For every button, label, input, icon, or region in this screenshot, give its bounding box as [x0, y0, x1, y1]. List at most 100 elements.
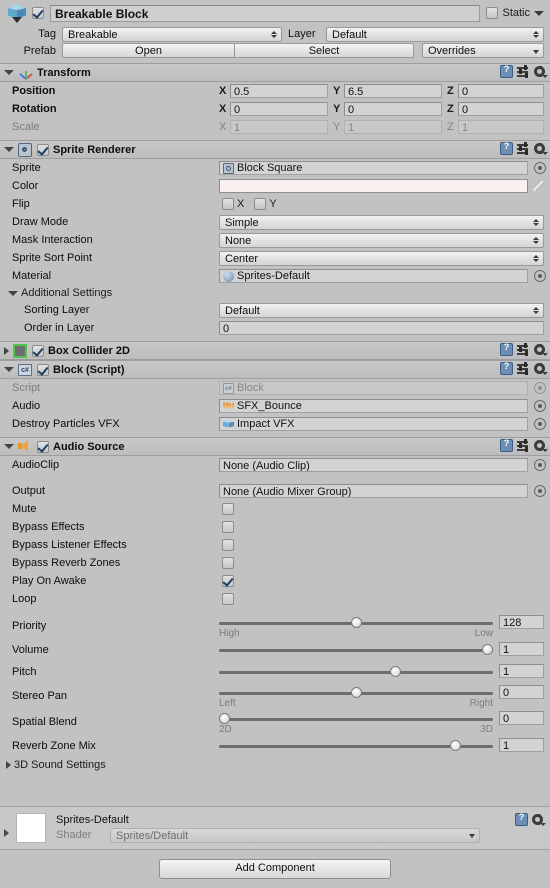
vfx-picker-button[interactable] — [534, 418, 546, 430]
flip-y-checkbox[interactable] — [254, 198, 267, 210]
sprite-renderer-enabled-checkbox[interactable] — [37, 143, 49, 156]
audio-slider-value-input[interactable]: 1 — [499, 664, 544, 678]
help-icon[interactable] — [500, 64, 513, 78]
gear-icon[interactable] — [534, 343, 548, 356]
audio-slider[interactable]: High Low — [219, 616, 493, 639]
audio-slider[interactable]: 2D 3D — [219, 712, 493, 735]
help-icon[interactable] — [500, 438, 513, 452]
rotation-y-input[interactable]: 0 — [344, 102, 442, 116]
preset-icon[interactable] — [517, 65, 530, 78]
3d-sound-settings-foldout[interactable]: 3D Sound Settings — [0, 757, 550, 773]
layer-dropdown[interactable]: Default — [326, 26, 544, 42]
eyedropper-icon[interactable] — [532, 179, 546, 193]
help-icon[interactable] — [500, 342, 513, 356]
sprite-renderer-foldout-icon[interactable] — [4, 147, 14, 152]
gear-icon[interactable] — [532, 813, 546, 826]
box-collider-2d-enabled-checkbox[interactable] — [32, 344, 44, 357]
preset-icon[interactable] — [517, 439, 530, 452]
gear-icon[interactable] — [534, 142, 548, 155]
audio-object-field[interactable]: SFX_Bounce — [219, 399, 528, 413]
component-header-box-collider-2d[interactable]: Box Collider 2D — [0, 341, 550, 360]
output-object-field[interactable]: None (Audio Mixer Group) — [219, 484, 528, 498]
audioclip-object-field[interactable]: None (Audio Clip) — [219, 458, 528, 472]
slider-knob[interactable] — [219, 713, 230, 724]
audio-toggle-checkbox[interactable] — [222, 539, 234, 551]
additional-settings-foldout[interactable]: Additional Settings — [0, 285, 550, 301]
audio-source-enabled-checkbox[interactable] — [37, 440, 49, 453]
rotation-z-input[interactable]: 0 — [458, 102, 544, 116]
component-header-block-script[interactable]: c# Block (Script) — [0, 360, 550, 379]
slider-knob[interactable] — [350, 617, 362, 628]
audio-toggle-checkbox[interactable] — [222, 521, 234, 533]
sprite-picker-button[interactable] — [534, 162, 546, 174]
audio-picker-button[interactable] — [534, 400, 546, 412]
audio-toggle-checkbox[interactable] — [222, 593, 234, 605]
position-y-input[interactable]: 6.5 — [344, 84, 442, 98]
slider-knob[interactable] — [389, 666, 401, 677]
audio-toggle-checkbox[interactable] — [222, 503, 234, 515]
scale-y-input[interactable]: 1 — [344, 120, 442, 134]
position-x-input[interactable]: 0.5 — [230, 84, 328, 98]
preset-icon[interactable] — [517, 142, 530, 155]
sprite-sort-point-dropdown[interactable]: Center — [219, 250, 544, 266]
audio-slider[interactable] — [219, 739, 493, 753]
audio-slider-value-input[interactable]: 1 — [499, 738, 544, 752]
additional-settings-foldout-icon[interactable] — [8, 290, 18, 296]
slider-knob[interactable] — [482, 644, 493, 655]
prefab-open-button[interactable]: Open — [62, 43, 234, 58]
add-component-button[interactable]: Add Component — [159, 859, 391, 879]
audio-slider[interactable]: Left Right — [219, 686, 493, 709]
material-picker-button[interactable] — [534, 270, 546, 282]
material-object-field[interactable]: Sprites-Default — [219, 269, 528, 283]
gear-icon[interactable] — [534, 439, 548, 452]
audio-slider[interactable] — [219, 643, 493, 657]
position-z-input[interactable]: 0 — [458, 84, 544, 98]
gameobject-name-input[interactable]: Breakable Block — [50, 4, 481, 22]
sorting-layer-dropdown[interactable]: Default — [219, 302, 544, 318]
slider-knob[interactable] — [350, 687, 362, 698]
slider-knob[interactable] — [450, 740, 462, 751]
rotation-x-input[interactable]: 0 — [230, 102, 328, 116]
order-in-layer-input[interactable]: 0 — [219, 321, 544, 335]
audio-toggle-checkbox[interactable] — [222, 575, 234, 587]
draw-mode-dropdown[interactable]: Simple — [219, 214, 544, 230]
preset-icon[interactable] — [517, 343, 530, 356]
flip-x-checkbox[interactable] — [222, 198, 234, 210]
shader-dropdown[interactable]: Sprites/Default — [110, 827, 480, 843]
mask-interaction-dropdown[interactable]: None — [219, 232, 544, 248]
audio-slider-value-input[interactable]: 128 — [499, 615, 544, 629]
audio-slider-value-input[interactable]: 0 — [499, 711, 544, 725]
output-picker-button[interactable] — [534, 485, 546, 497]
audioclip-picker-button[interactable] — [534, 459, 546, 471]
audio-toggle-checkbox[interactable] — [222, 557, 234, 569]
block-script-foldout-icon[interactable] — [4, 367, 14, 372]
audio-source-foldout-icon[interactable] — [4, 444, 14, 449]
component-header-transform[interactable]: Transform — [0, 63, 550, 82]
component-header-audio-source[interactable]: Audio Source — [0, 437, 550, 456]
help-icon[interactable] — [500, 361, 513, 375]
gear-icon[interactable] — [534, 362, 548, 375]
block-script-enabled-checkbox[interactable] — [37, 363, 49, 376]
gear-icon[interactable] — [534, 65, 548, 78]
preset-icon[interactable] — [517, 362, 530, 375]
color-swatch-field[interactable] — [219, 179, 528, 193]
transform-foldout-icon[interactable] — [4, 70, 14, 75]
audio-slider-value-input[interactable]: 0 — [499, 685, 544, 699]
help-icon[interactable] — [500, 141, 513, 155]
box-collider-2d-foldout-icon[interactable] — [4, 346, 9, 355]
audio-slider[interactable] — [219, 665, 493, 679]
prefab-overrides-dropdown[interactable]: Overrides — [422, 43, 544, 58]
tag-dropdown[interactable]: Breakable — [62, 26, 282, 42]
audio-slider-value-input[interactable]: 1 — [499, 642, 544, 656]
scale-x-input[interactable]: 1 — [230, 120, 328, 134]
prefab-select-button[interactable]: Select — [234, 43, 414, 58]
component-header-sprite-renderer[interactable]: Sprite Renderer — [0, 140, 550, 159]
scale-z-input[interactable]: 1 — [458, 120, 544, 134]
static-checkbox[interactable] — [486, 7, 499, 19]
sprite-object-field[interactable]: Block Square — [219, 161, 528, 175]
vfx-object-field[interactable]: Impact VFX — [219, 417, 528, 431]
3d-sound-settings-foldout-icon[interactable] — [6, 761, 11, 769]
help-icon[interactable] — [515, 812, 528, 826]
gameobject-enabled-checkbox[interactable] — [32, 7, 44, 19]
static-dropdown-arrow-icon[interactable] — [534, 10, 544, 16]
